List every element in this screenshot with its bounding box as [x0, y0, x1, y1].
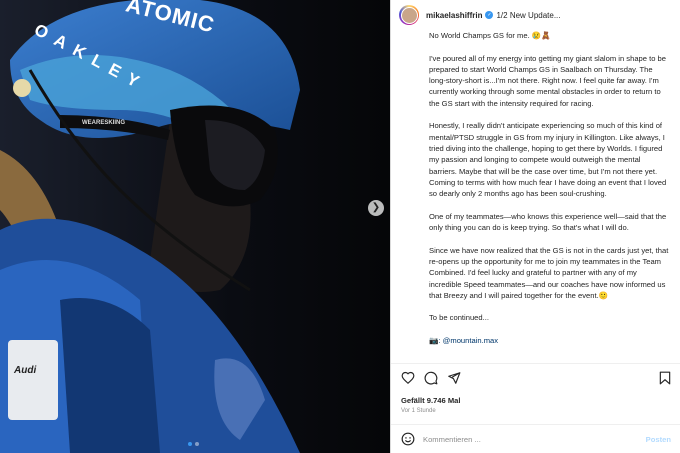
carousel-indicator — [188, 442, 199, 446]
photo-credit-mention[interactable]: 📷: @mountain.max — [429, 335, 669, 346]
caption-paragraph: Since we have now realized that the GS i… — [429, 245, 669, 300]
caption-paragraph: No World Champs GS for me. 😢🧸 — [429, 31, 551, 40]
caption-paragraph: I've poured all of my energy into gettin… — [429, 53, 666, 108]
verified-badge-icon: ✓ — [485, 11, 494, 19]
post-detail-panel: mikaelashiffrin ✓ 1/2 New Update... No W… — [390, 0, 680, 453]
share-icon[interactable] — [447, 371, 461, 385]
post-comment-button[interactable]: Posten — [646, 435, 671, 444]
comment-icon[interactable] — [424, 371, 438, 385]
carousel-dot-2 — [195, 442, 199, 446]
post-caption: No World Champs GS for me. 😢🧸 I've poure… — [429, 30, 669, 362]
avatar[interactable] — [399, 5, 419, 25]
heart-icon[interactable] — [401, 371, 415, 385]
post-photo[interactable]: ATOMIC OAKLEY WEARESKIING Audi ❯ — [0, 0, 390, 453]
update-text: 1/2 New Update... — [496, 10, 561, 20]
caption-paragraph: One of my teammates—who knows this exper… — [429, 211, 667, 233]
emoji-icon[interactable] — [401, 432, 415, 446]
caption-paragraph: Honestly, I really didn't anticipate exp… — [429, 121, 667, 199]
comment-input[interactable] — [423, 434, 623, 444]
skier-photo — [0, 0, 390, 453]
caption-paragraph: To be continued... — [429, 313, 489, 323]
action-bar — [401, 371, 461, 385]
like-count[interactable]: Gefällt 9.746 Mal — [401, 396, 461, 405]
comment-bar: Posten — [391, 425, 680, 453]
next-slide-button[interactable]: ❯ — [368, 200, 384, 216]
chevron-right-icon: ❯ — [371, 202, 381, 213]
bookmark-icon[interactable] — [658, 371, 672, 385]
strap-text: WEARESKIING — [82, 120, 126, 126]
carousel-dot-1 — [188, 442, 192, 446]
username-link[interactable]: mikaelashiffrin — [426, 11, 482, 20]
bib-logo-text: Audi — [14, 365, 37, 376]
post-header: mikaelashiffrin ✓ 1/2 New Update... — [391, 0, 680, 30]
post-timestamp[interactable]: Vor 1 Stunde — [401, 408, 436, 414]
divider — [391, 363, 680, 364]
